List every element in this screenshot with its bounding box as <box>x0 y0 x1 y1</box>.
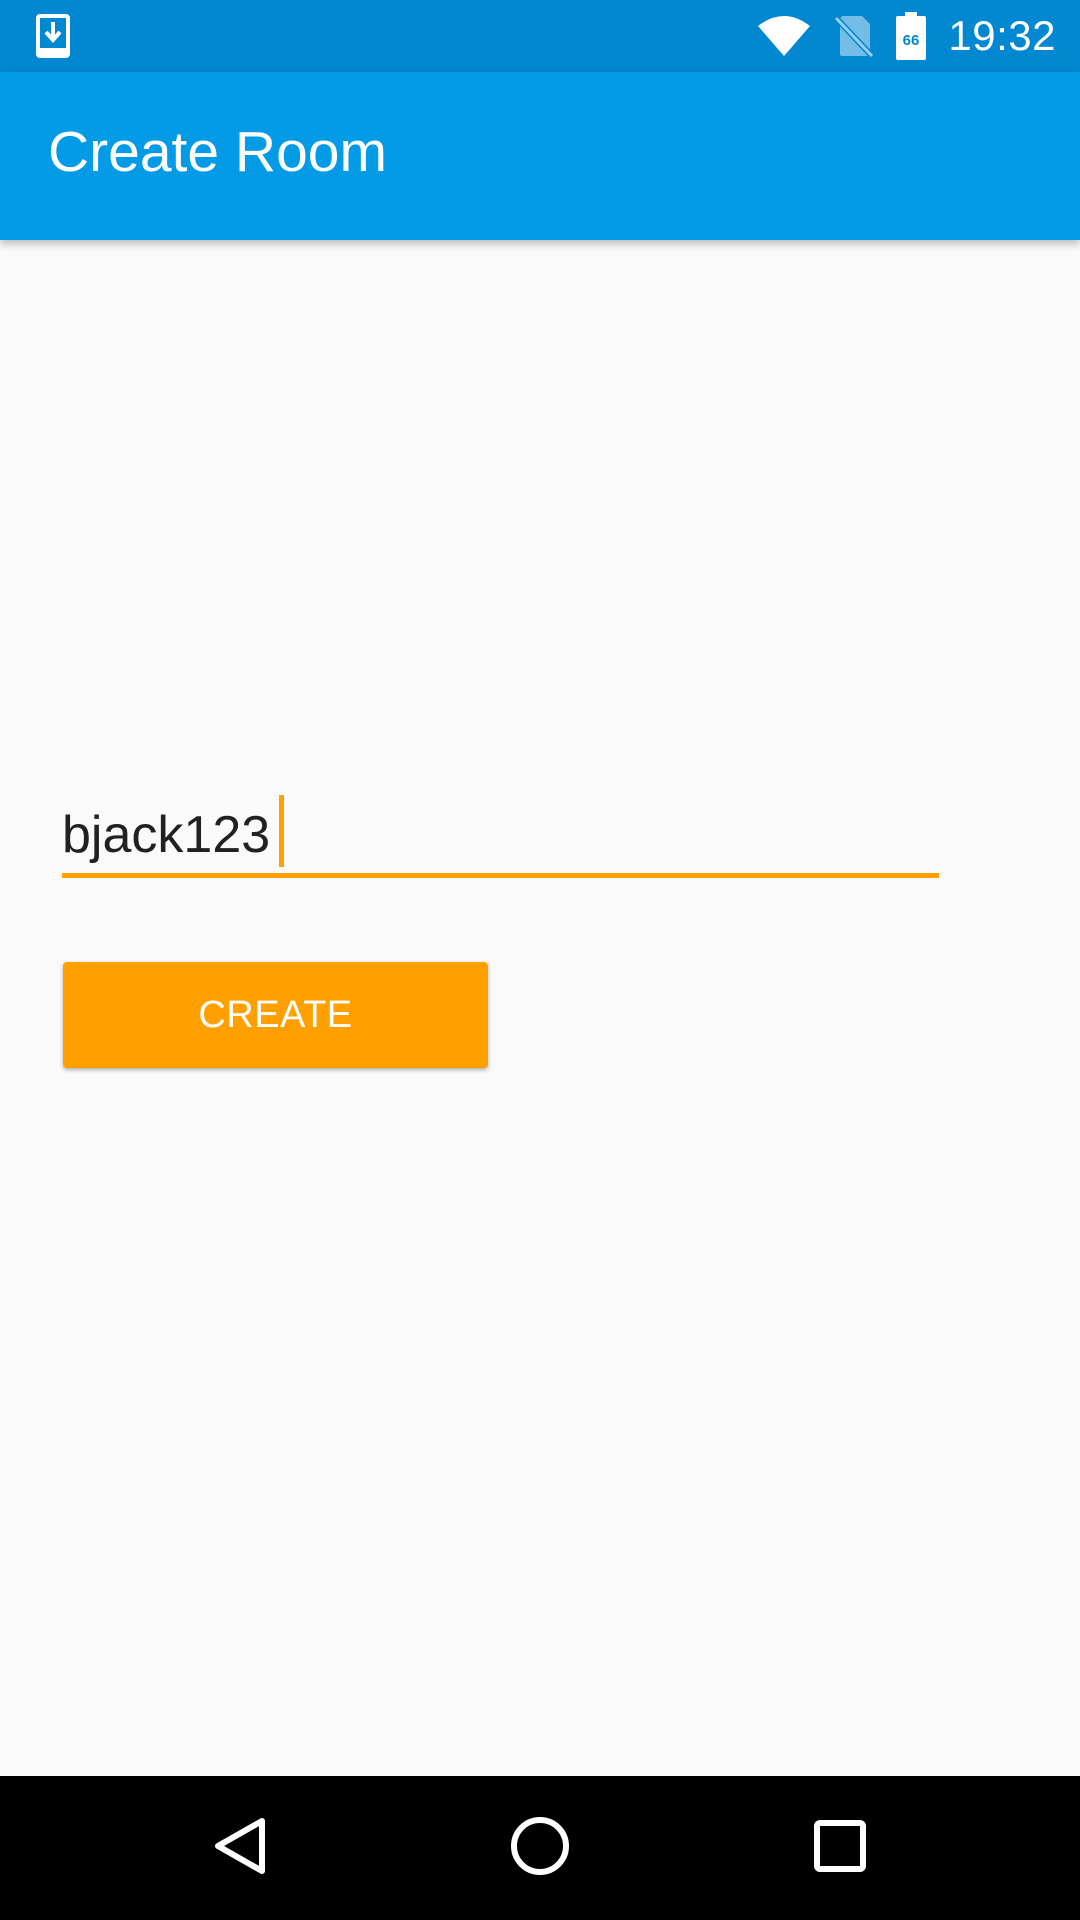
battery-icon: 66 <box>896 12 927 60</box>
status-time: 19:32 <box>948 12 1056 59</box>
wifi-icon <box>756 14 812 58</box>
page-title: Create Room <box>48 120 387 184</box>
app-bar: Create Room <box>0 72 1080 240</box>
status-icons: 66 19:32 <box>756 0 1056 72</box>
main-content: CREATE <box>0 240 1080 1776</box>
recents-button[interactable] <box>760 1776 920 1920</box>
home-button[interactable] <box>460 1776 620 1920</box>
room-name-field[interactable] <box>62 545 939 881</box>
back-icon <box>212 1816 268 1881</box>
text-cursor <box>279 795 284 867</box>
no-sim-icon <box>834 14 875 58</box>
input-underline <box>62 873 939 878</box>
back-button[interactable] <box>160 1776 320 1920</box>
create-button[interactable]: CREATE <box>63 962 488 1068</box>
room-name-input[interactable] <box>62 795 939 875</box>
download-notification-icon <box>36 14 70 58</box>
navigation-bar <box>0 1776 1080 1920</box>
recents-icon <box>814 1819 866 1877</box>
battery-level-text: 66 <box>903 32 920 49</box>
status-bar: 66 19:32 <box>0 0 1080 72</box>
home-icon <box>510 1816 570 1881</box>
